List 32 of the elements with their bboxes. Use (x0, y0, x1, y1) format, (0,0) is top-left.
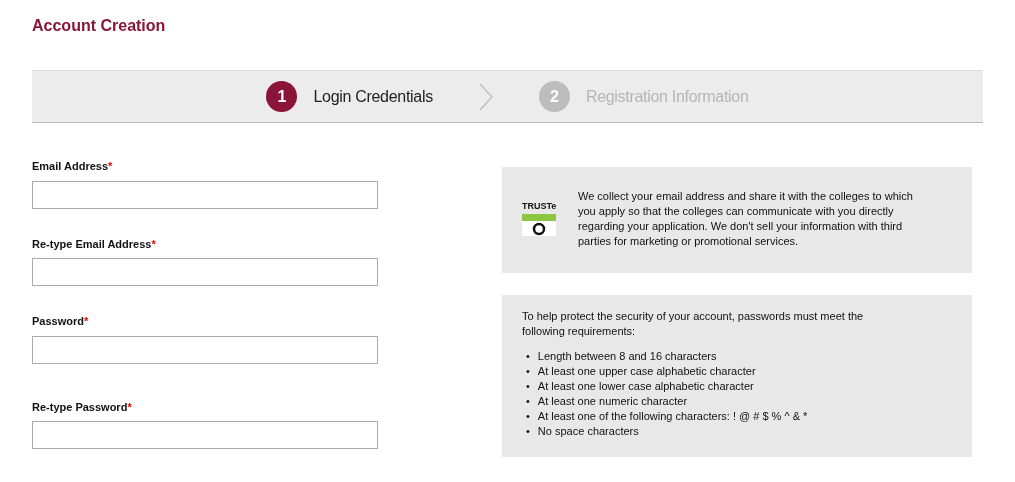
input-field[interactable] (32, 421, 378, 449)
input-field[interactable] (32, 258, 378, 286)
bullet: • (526, 364, 530, 379)
step-number: 1 (266, 81, 298, 112)
requirement-item: At least one upper case alphabetic character (537, 364, 756, 379)
input-field[interactable] (32, 335, 378, 364)
input-field[interactable] (32, 180, 378, 209)
bullet: • (526, 379, 530, 394)
field-label: Re-type Password (32, 400, 128, 413)
privacy-text: We collect your email address and share it with the colleges to which you apply so that the colleges can communicate with you directly regarding your application. We don't sell your information with third parties for marketing or promotional services. (578, 189, 914, 249)
chevron-icon (478, 82, 493, 111)
requirement-item: At least one lower case alphabetic character (537, 379, 754, 394)
bullet: • (526, 424, 530, 439)
requirement-item: At least one of the following characters: ! @ # $ % ^ & * (537, 409, 808, 424)
trust-badge: TRUSTe (522, 189, 562, 249)
required-mark: * (83, 315, 89, 327)
required-mark: * (151, 237, 156, 250)
step-number: 2 (538, 81, 570, 112)
requirement-item: Length between 8 and 16 characters (537, 349, 717, 364)
field-label: Email Address (32, 160, 108, 172)
requirement-item: No space characters (537, 424, 639, 439)
page-title: Account Creation (32, 16, 167, 36)
required-mark: * (127, 400, 132, 413)
step-label: Login Credentials (313, 86, 433, 107)
field-label: Re-type Email Address (32, 237, 152, 250)
requirements-intro: To help protect the security of your account, passwords must meet the following requirements: (522, 309, 865, 339)
required-mark: * (108, 160, 113, 172)
field-label: Password (32, 315, 84, 327)
requirement-item: At least one numeric character (537, 394, 688, 409)
bullet: • (526, 394, 530, 409)
bullet: • (526, 349, 530, 364)
bullet: • (526, 409, 530, 424)
